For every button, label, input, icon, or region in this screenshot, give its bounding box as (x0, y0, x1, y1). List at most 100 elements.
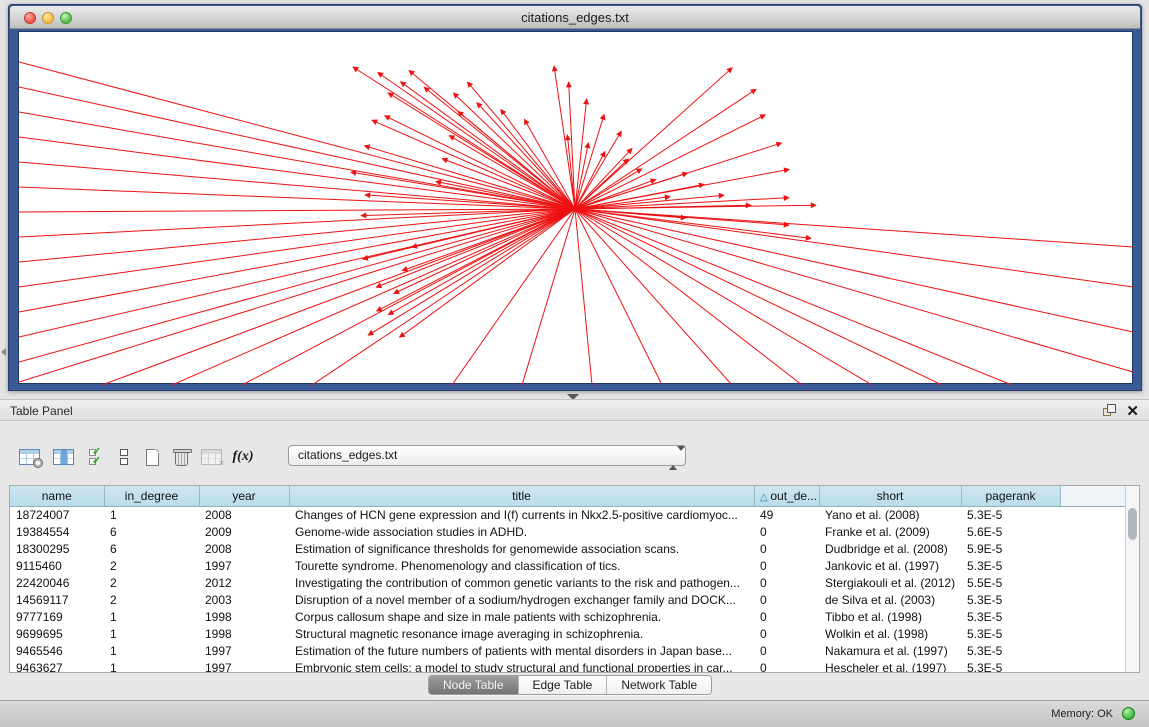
table-row[interactable]: 977716911998Corpus callosum shape and si… (10, 608, 1125, 625)
table-header-row[interactable]: namein_degreeyeartitle△ out_de...shortpa… (10, 486, 1125, 506)
table-cell[interactable]: 5.6E-5 (961, 523, 1060, 540)
table-cell[interactable]: 2 (104, 557, 199, 574)
new-document-button[interactable] (139, 445, 165, 469)
table-cell[interactable]: Genome-wide association studies in ADHD. (289, 523, 754, 540)
column-header-title[interactable]: title (289, 486, 754, 506)
float-panel-icon[interactable] (1103, 404, 1117, 418)
table-cell[interactable]: 6 (104, 540, 199, 557)
show-columns-button[interactable] (50, 445, 76, 469)
table-cell[interactable]: 5.5E-5 (961, 574, 1060, 591)
table-cell[interactable]: 18300295 (10, 540, 104, 557)
table-cell[interactable]: 0 (754, 659, 819, 673)
table-cell[interactable]: 5.9E-5 (961, 540, 1060, 557)
delete-button[interactable] (168, 445, 194, 469)
table-cell[interactable]: 0 (754, 591, 819, 608)
table-cell[interactable]: Structural magnetic resonance image aver… (289, 625, 754, 642)
table-cell[interactable]: 1997 (199, 557, 289, 574)
table-cell[interactable]: 14569117 (10, 591, 104, 608)
scrollbar-thumb[interactable] (1128, 508, 1137, 540)
table-cell[interactable]: 5.3E-5 (961, 506, 1060, 523)
table-cell[interactable]: 1998 (199, 625, 289, 642)
table-row[interactable]: 969969511998Structural magnetic resonanc… (10, 625, 1125, 642)
table-cell[interactable]: 0 (754, 642, 819, 659)
table-cell[interactable]: Corpus callosum shape and size in male p… (289, 608, 754, 625)
table-cell[interactable]: Estimation of significance thresholds fo… (289, 540, 754, 557)
table-cell[interactable]: 2008 (199, 506, 289, 523)
table-cell[interactable]: 1 (104, 506, 199, 523)
table-cell[interactable]: de Silva et al. (2003) (819, 591, 961, 608)
table-cell[interactable]: 2 (104, 591, 199, 608)
tab-node-table[interactable]: Node Table (429, 676, 519, 694)
table-cell[interactable]: 0 (754, 540, 819, 557)
table-cell[interactable]: Embryonic stem cells: a model to study s… (289, 659, 754, 673)
table-cell[interactable]: 1 (104, 608, 199, 625)
table-cell[interactable]: 1997 (199, 642, 289, 659)
table-cell[interactable]: 0 (754, 523, 819, 540)
table-cell[interactable]: 2012 (199, 574, 289, 591)
column-header-in-degree[interactable]: in_degree (104, 486, 199, 506)
function-builder-button[interactable]: f(x) (230, 445, 256, 469)
table-cell[interactable]: Tibbo et al. (1998) (819, 608, 961, 625)
node-table[interactable]: namein_degreeyeartitle△ out_de...shortpa… (9, 485, 1140, 673)
network-table-select[interactable]: citations_edges.txt (288, 445, 686, 466)
column-header-short[interactable]: short (819, 486, 961, 506)
table-cell[interactable]: 5.3E-5 (961, 591, 1060, 608)
table-cell[interactable]: 0 (754, 608, 819, 625)
table-cell[interactable]: 5.3E-5 (961, 608, 1060, 625)
column-header-year[interactable]: year (199, 486, 289, 506)
table-row[interactable]: 1872400712008Changes of HCN gene express… (10, 506, 1125, 523)
table-cell[interactable]: 6 (104, 523, 199, 540)
column-header-name[interactable]: name (10, 486, 104, 506)
table-cell[interactable]: 9777169 (10, 608, 104, 625)
column-header-pagerank[interactable]: pagerank (961, 486, 1060, 506)
table-cell[interactable]: 0 (754, 574, 819, 591)
left-panel-expand-icon[interactable] (1, 348, 6, 356)
table-row[interactable]: 911546021997Tourette syndrome. Phenomeno… (10, 557, 1125, 574)
table-cell[interactable]: 1997 (199, 659, 289, 673)
table-cell[interactable]: Stergiakouli et al. (2012) (819, 574, 961, 591)
table-cell[interactable]: Wolkin et al. (1998) (819, 625, 961, 642)
table-cell[interactable]: 1998 (199, 608, 289, 625)
select-rows-button[interactable]: ✓ ✓ (84, 445, 110, 469)
table-cell[interactable]: 5.3E-5 (961, 659, 1060, 673)
table-cell[interactable]: Yano et al. (2008) (819, 506, 961, 523)
table-cell[interactable]: 1 (104, 642, 199, 659)
table-cell[interactable]: 5.3E-5 (961, 625, 1060, 642)
table-cell[interactable]: Tourette syndrome. Phenomenology and cla… (289, 557, 754, 574)
network-view-window[interactable]: citations_edges.txt (8, 4, 1142, 391)
table-cell[interactable]: Hescheler et al. (1997) (819, 659, 961, 673)
table-row[interactable]: 1938455462009Genome-wide association stu… (10, 523, 1125, 540)
table-cell[interactable]: Jankovic et al. (1997) (819, 557, 961, 574)
table-cell[interactable]: 22420046 (10, 574, 104, 591)
table-cell[interactable]: 9115460 (10, 557, 104, 574)
table-row[interactable]: 2242004622012Investigating the contribut… (10, 574, 1125, 591)
tab-network-table[interactable]: Network Table (607, 676, 711, 694)
network-canvas-svg[interactable] (19, 32, 1134, 385)
table-cell[interactable]: Franke et al. (2009) (819, 523, 961, 540)
table-cell[interactable]: 1 (104, 625, 199, 642)
table-cell[interactable]: 2008 (199, 540, 289, 557)
table-cell[interactable]: 9463627 (10, 659, 104, 673)
table-cell[interactable]: 5.3E-5 (961, 557, 1060, 574)
table-cell[interactable]: Dudbridge et al. (2008) (819, 540, 961, 557)
table-cell[interactable]: Nakamura et al. (1997) (819, 642, 961, 659)
table-cell[interactable]: 2003 (199, 591, 289, 608)
network-window-titlebar[interactable]: citations_edges.txt (10, 6, 1140, 29)
table-cell[interactable]: 49 (754, 506, 819, 523)
vertical-scrollbar[interactable] (1125, 486, 1139, 672)
table-settings-button[interactable] (16, 445, 42, 469)
table-cell[interactable]: Estimation of the future numbers of pati… (289, 642, 754, 659)
table-cell[interactable]: 0 (754, 625, 819, 642)
network-canvas[interactable] (18, 31, 1133, 384)
column-header-out-de-[interactable]: △ out_de... (754, 486, 819, 506)
close-panel-icon[interactable]: ✕ (1126, 402, 1139, 420)
table-row[interactable]: 946362711997Embryonic stem cells: a mode… (10, 659, 1125, 673)
row-height-button[interactable] (111, 445, 137, 469)
table-row[interactable]: 946554611997Estimation of the future num… (10, 642, 1125, 659)
table-cell[interactable]: Disruption of a novel member of a sodium… (289, 591, 754, 608)
table-cell[interactable]: 9699695 (10, 625, 104, 642)
table-cell[interactable]: 0 (754, 557, 819, 574)
table-cell[interactable]: 19384554 (10, 523, 104, 540)
table-cell[interactable]: 5.3E-5 (961, 642, 1060, 659)
tab-edge-table[interactable]: Edge Table (519, 676, 608, 694)
